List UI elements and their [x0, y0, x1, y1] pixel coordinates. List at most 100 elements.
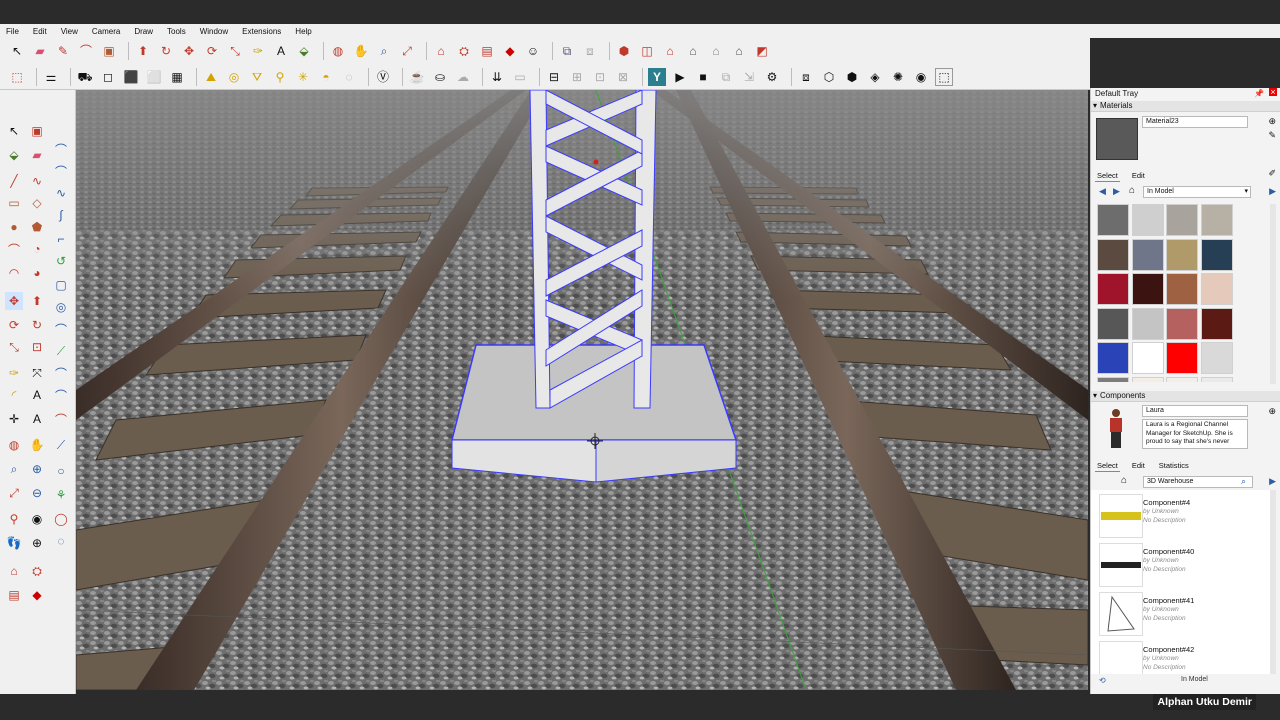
home-icon[interactable]: ⌂ [1121, 475, 1127, 486]
arc-center-icon[interactable]: ⌒ [52, 320, 70, 338]
push-pull-icon[interactable]: ⬆ [28, 292, 46, 310]
menu-file[interactable]: File [6, 27, 19, 36]
text-icon[interactable]: A [272, 42, 290, 60]
tray-pin-icon[interactable]: 📌 [1254, 89, 1264, 98]
paint-bucket-icon[interactable]: ⬙ [295, 42, 313, 60]
smoove-alt-icon[interactable]: ◈ [866, 68, 884, 86]
material-swatch[interactable] [1166, 307, 1198, 340]
component-name-field[interactable]: Laura [1142, 405, 1248, 417]
zoom-icon[interactable]: ⌕ [375, 42, 393, 60]
orbit-icon[interactable]: ◍ [329, 42, 347, 60]
push-pull-icon[interactable]: ⬆ [134, 42, 152, 60]
home-icon[interactable]: ⌂ [1129, 185, 1135, 196]
menu-tools[interactable]: Tools [167, 27, 186, 36]
tab-edit[interactable]: Edit [1130, 170, 1147, 182]
material-swatch[interactable] [1200, 204, 1233, 236]
list-item[interactable]: Component#4 by Unknown No Description [1091, 490, 1271, 539]
position-camera-icon[interactable]: ⚲ [5, 510, 23, 528]
offset-icon[interactable]: ⊡ [28, 338, 46, 356]
back-icon[interactable]: ◀ [1099, 186, 1106, 197]
material-swatch[interactable] [1166, 238, 1198, 271]
flip-edge-icon[interactable]: ◌ [340, 68, 358, 86]
section-plane-icon[interactable]: ⧉ [558, 42, 576, 60]
material-swatch[interactable] [1131, 307, 1164, 340]
move-icon[interactable]: ✥ [5, 292, 23, 310]
freehand-arc-icon[interactable]: ⌒ [52, 386, 70, 404]
export-icon[interactable]: ⧉ [717, 68, 735, 86]
follow-me-icon[interactable]: ↻ [157, 42, 175, 60]
render-icon[interactable]: ◉ [912, 68, 930, 86]
warehouse-icon[interactable]: ⌂ [5, 562, 23, 580]
create-material-icon[interactable]: ⊕ [1268, 116, 1276, 127]
menu-help[interactable]: Help [295, 27, 311, 36]
arc-red-icon[interactable]: ⌒ [52, 410, 70, 428]
3d-text-icon[interactable]: A [28, 410, 46, 428]
zoom-icon[interactable]: ⌕ [5, 460, 23, 478]
look-around-icon[interactable]: ◉ [28, 510, 46, 528]
arc-icon[interactable]: ⌒ [77, 42, 95, 60]
make-component-icon[interactable]: ▣ [28, 122, 46, 140]
rotated-rectangle-icon[interactable]: ◇ [28, 194, 46, 212]
tape-measure-icon[interactable]: ✑ [5, 364, 23, 382]
dimension-icon[interactable]: ⤧ [28, 364, 46, 382]
paint-bucket-icon[interactable]: ⬙ [5, 146, 23, 164]
arc-icon[interactable]: ⌒ [5, 240, 23, 258]
materials-panel-header[interactable]: Materials [1091, 101, 1280, 112]
rounded-rect-icon[interactable]: ▢ [52, 276, 70, 294]
extension-warehouse-icon[interactable]: ⛭ [455, 42, 473, 60]
material-swatch[interactable] [1097, 273, 1129, 305]
intersect-icon[interactable]: ▭ [511, 68, 529, 86]
details-arrow-icon[interactable]: ▶ [1269, 186, 1276, 197]
outer-shell-icon[interactable]: ⇊ [488, 68, 506, 86]
material-swatch[interactable] [1200, 273, 1233, 305]
section-display-icon[interactable]: ⧈ [581, 42, 599, 60]
spiral-icon[interactable]: ◎ [52, 298, 70, 316]
eyedropper-icon[interactable]: ✎ [1268, 130, 1276, 141]
orbit-icon[interactable]: ◍ [5, 436, 23, 454]
material-swatch[interactable] [1200, 238, 1233, 271]
arc-3pt-icon[interactable]: ⌒ [52, 162, 70, 180]
line-diag-icon[interactable]: ⟋ [52, 436, 70, 454]
sendto-layout-icon[interactable]: ▤ [478, 42, 496, 60]
ruby-icon[interactable]: ◆ [28, 586, 46, 604]
components-scrollbar[interactable] [1270, 490, 1276, 674]
menu-edit[interactable]: Edit [33, 27, 47, 36]
select-icon[interactable]: ↖ [5, 122, 23, 140]
poly-line-icon[interactable]: ⟋ [52, 342, 70, 360]
freehand-icon[interactable]: ∿ [28, 172, 46, 190]
pencil-line-icon[interactable]: ✎ [54, 42, 72, 60]
material-swatch[interactable] [1166, 204, 1198, 236]
zoom-window-icon[interactable]: ⊕ [28, 460, 46, 478]
model-viewport[interactable] [76, 90, 1088, 690]
shaded-textures-icon[interactable]: ▦ [168, 68, 186, 86]
menu-window[interactable]: Window [200, 27, 228, 36]
line-icon[interactable]: ╱ [5, 172, 23, 190]
search-icon[interactable]: ⌕ [1241, 476, 1246, 487]
tab-select[interactable]: Select [1095, 460, 1120, 472]
bottom-view-icon[interactable]: ◩ [753, 42, 771, 60]
arc-tangent-icon[interactable]: ⌒ [52, 364, 70, 382]
sandbox-from-contours-icon[interactable]: ⛰ [202, 68, 220, 86]
axes-icon[interactable]: ✛ [5, 410, 23, 428]
back-icon[interactable]: ⟲ [1099, 676, 1106, 685]
tape-measure-icon[interactable]: ✑ [249, 42, 267, 60]
add-location-icon[interactable]: ⬚ [8, 68, 26, 86]
cube-outline-icon[interactable]: ⊡ [591, 68, 609, 86]
rectangle-icon[interactable]: ▭ [5, 194, 23, 212]
material-swatch[interactable] [1097, 376, 1129, 382]
material-swatch[interactable] [1166, 376, 1198, 382]
menu-camera[interactable]: Camera [92, 27, 120, 36]
stop-icon[interactable]: ■ [694, 68, 712, 86]
rectangle-icon[interactable]: ▣ [100, 42, 118, 60]
menu-view[interactable]: View [61, 27, 78, 36]
helix-icon[interactable]: ↺ [52, 252, 70, 270]
xray-icon[interactable]: ⛟ [76, 68, 94, 86]
list-item[interactable]: Component#40 by Unknown No Description [1091, 539, 1271, 588]
follow-me-icon[interactable]: ↻ [28, 316, 46, 334]
previous-view-icon[interactable]: ⊖ [28, 484, 46, 502]
extension-warehouse-icon[interactable]: ⛭ [28, 562, 46, 580]
drape-icon[interactable]: ✳ [294, 68, 312, 86]
component-icon[interactable]: ⊟ [545, 68, 563, 86]
eraser-icon[interactable]: ▰ [31, 42, 49, 60]
sandbox-scratch-icon[interactable]: ◎ [225, 68, 243, 86]
